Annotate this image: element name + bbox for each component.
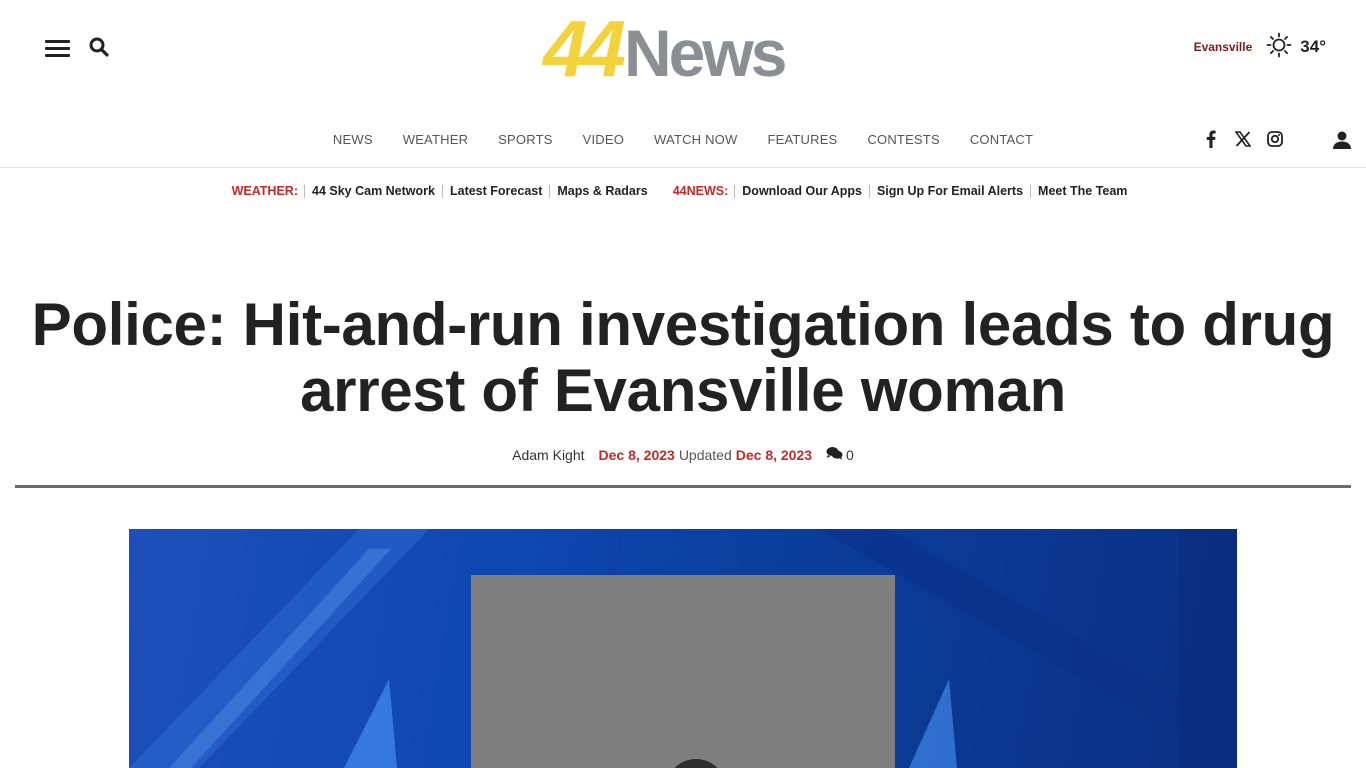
instagram-icon[interactable] [1266, 130, 1284, 148]
article-headline: Police: Hit-and-run investigation leads … [31, 291, 1335, 424]
nav-item-video[interactable]: VIDEO [568, 132, 639, 147]
subnav-link-meet-team[interactable]: Meet The Team [1030, 184, 1134, 198]
byline-divider [15, 485, 1351, 488]
main-nav: NEWS WEATHER SPORTS VIDEO WATCH NOW FEAT… [0, 110, 1366, 168]
weather-widget[interactable]: Evansville 34° [1194, 32, 1326, 62]
nav-item-contact[interactable]: CONTACT [955, 132, 1048, 147]
weather-links-group: WEATHER: 44 Sky Cam Network Latest Forec… [232, 184, 655, 198]
weather-links-label: WEATHER: [231, 184, 298, 198]
article-byline: Adam Kight Dec 8, 2023 Updated Dec 8, 20… [0, 446, 1366, 463]
nav-item-weather[interactable]: WEATHER [388, 132, 483, 147]
x-icon[interactable] [1234, 130, 1252, 148]
facebook-icon[interactable] [1202, 130, 1220, 148]
logo-word: News [623, 16, 787, 90]
logo-number: 44 [543, 4, 626, 93]
nav-item-features[interactable]: FEATURES [752, 132, 852, 147]
menu-icon[interactable] [45, 40, 70, 57]
nav-item-contests[interactable]: CONTESTS [852, 132, 954, 147]
article-hero-image[interactable] [129, 529, 1237, 768]
nav-item-news[interactable]: NEWS [318, 132, 388, 147]
subnav-link-email-alerts[interactable]: Sign Up For Email Alerts [868, 184, 1030, 198]
subnav-link-latest-forecast[interactable]: Latest Forecast [441, 184, 549, 198]
sub-nav: WEATHER: 44 Sky Cam Network Latest Forec… [0, 182, 1366, 200]
sun-icon [1266, 32, 1292, 63]
subnav-link-download-apps[interactable]: Download Our Apps [734, 184, 869, 198]
nav-list: NEWS WEATHER SPORTS VIDEO WATCH NOW FEAT… [0, 132, 1366, 147]
social-links [1202, 130, 1284, 148]
subnav-link-maps-radars[interactable]: Maps & Radars [549, 184, 654, 198]
nav-item-watch-now[interactable]: WATCH NOW [639, 132, 752, 147]
comment-count: 0 [846, 446, 854, 463]
subnav-link-sky-cam[interactable]: 44 Sky Cam Network [304, 184, 442, 198]
nav-item-sports[interactable]: SPORTS [483, 132, 567, 147]
updated-label: Updated [678, 446, 732, 463]
site-header: 44 News Evansville 34° [0, 0, 1366, 110]
comments-link[interactable]: 0 [826, 446, 854, 463]
news-links-label: 44NEWS: [672, 184, 729, 198]
user-icon[interactable] [1332, 130, 1352, 150]
search-icon[interactable] [89, 37, 109, 57]
weather-temperature: 34° [1300, 37, 1326, 56]
news-links-group: 44NEWS: Download Our Apps Sign Up For Em… [673, 184, 1135, 198]
author-link[interactable]: Adam Kight [512, 447, 584, 463]
published-date: Dec 8, 2023 [598, 446, 675, 463]
mugshot-subject [666, 759, 726, 768]
mugshot-photo [471, 575, 895, 768]
comments-icon [826, 446, 843, 463]
updated-date: Dec 8, 2023 [735, 446, 813, 463]
site-logo[interactable]: 44 News [543, 4, 825, 93]
weather-city: Evansville [1193, 40, 1253, 54]
